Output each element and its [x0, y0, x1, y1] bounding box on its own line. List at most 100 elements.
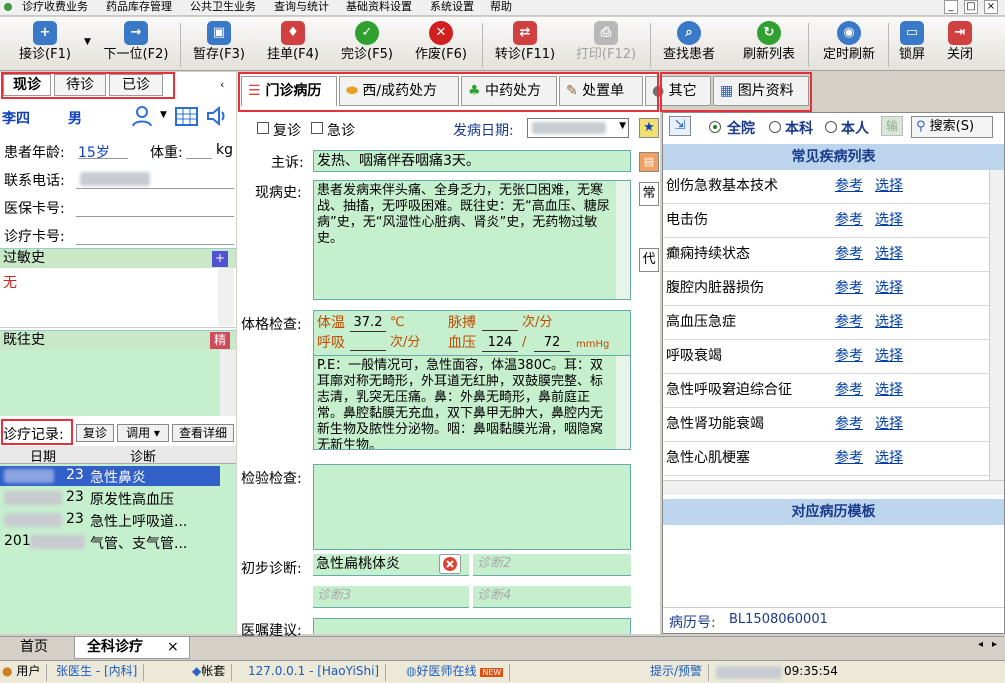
menu-drug-inventory[interactable]: 药品库存管理	[106, 0, 172, 16]
reference-link[interactable]: 参考	[835, 272, 863, 304]
minimize-icon[interactable]: _	[944, 0, 958, 14]
maximize-icon[interactable]: □	[964, 0, 978, 14]
revisit-checkbox[interactable]	[257, 122, 269, 134]
menu-query-stats[interactable]: 查询与统计	[274, 0, 329, 16]
tab-done[interactable]: 已诊	[109, 74, 163, 96]
pulse-field[interactable]	[482, 315, 518, 331]
select-link[interactable]: 选择	[875, 204, 903, 236]
remove-diagnosis-icon[interactable]	[439, 554, 461, 574]
reference-link[interactable]: 参考	[835, 374, 863, 406]
resp-field[interactable]	[350, 335, 386, 351]
scope-all-radio[interactable]	[709, 121, 721, 133]
diagnosis-4-field[interactable]: 诊断4	[473, 586, 631, 608]
invoke-button[interactable]: 调用 ▾	[117, 424, 169, 442]
add-allergy-icon[interactable]: +	[212, 251, 228, 267]
tab-treatment[interactable]: ✎ 处置单	[559, 76, 643, 106]
date-dropdown-icon[interactable]: ▼	[619, 121, 626, 131]
print-button[interactable]: ⎙ 打印(F12)	[568, 19, 644, 69]
exit-button[interactable]: ⇥ 关闭	[940, 19, 980, 69]
tab-current[interactable]: 现诊	[3, 74, 51, 96]
disease-row[interactable]: 急性呼吸窘迫综合征 参考 选择	[663, 374, 989, 408]
tab-other[interactable]: ● 其它	[645, 76, 711, 106]
timed-refresh-button[interactable]: ◉ 定时刷新	[814, 19, 884, 69]
table-row[interactable]: 23 急性上呼吸道...	[0, 510, 220, 530]
phone-field[interactable]	[76, 188, 234, 189]
menu-help[interactable]: 帮助	[490, 0, 512, 16]
common-phrase-button[interactable]: 常	[639, 182, 659, 206]
reference-link[interactable]: 参考	[835, 306, 863, 338]
view-detail-button[interactable]: 查看详细	[172, 424, 234, 442]
history-detail-button[interactable]: 精	[210, 332, 230, 349]
next-patient-button[interactable]: → 下一位(F2)	[96, 19, 176, 69]
reference-link[interactable]: 参考	[835, 204, 863, 236]
tab-chinese-rx[interactable]: ♣ 中药处方	[461, 76, 557, 106]
insert-template-icon[interactable]: ⇲	[669, 116, 691, 136]
disease-row[interactable]: 电击伤 参考 选择	[663, 204, 989, 238]
lab-field[interactable]	[313, 464, 631, 550]
diagnosis-3-field[interactable]: 诊断3	[313, 586, 469, 608]
table-row[interactable]: 23 急性鼻炎	[0, 466, 220, 486]
input-button[interactable]: 输	[881, 116, 903, 136]
weight-field[interactable]	[186, 158, 212, 159]
tab-outpatient-record[interactable]: ☰ 门诊病历	[241, 76, 337, 106]
status-alert[interactable]: 提示/预警	[650, 664, 710, 681]
emergency-checkbox[interactable]	[311, 122, 323, 134]
pe-text-field[interactable]: P.E：一般情况可，急性面容，体温380C。耳：双耳廓对称无畸形，外耳道无红肿，…	[314, 355, 630, 449]
temp-field[interactable]: 37.2	[350, 315, 386, 332]
tab-home[interactable]: 首页	[4, 638, 64, 658]
card-field[interactable]	[76, 244, 234, 245]
disease-row[interactable]: 癫痫持续状态 参考 选择	[663, 238, 989, 272]
disease-row[interactable]: 呼吸衰竭 参考 选择	[663, 340, 989, 374]
disease-list-scrollbar[interactable]	[989, 170, 1004, 480]
tab-images[interactable]: ▦ 图片资料	[713, 76, 809, 106]
reference-link[interactable]: 参考	[835, 238, 863, 270]
present-history-field[interactable]: 患者发病来伴头痛、全身乏力，无张口困难，无寒战、抽搐，无呼吸困难。既往史：无“高…	[313, 180, 631, 300]
save-draft-button[interactable]: ▣ 暂存(F3)	[186, 19, 252, 69]
scope-self-radio[interactable]	[825, 121, 837, 133]
insurance-field[interactable]	[76, 216, 234, 217]
table-row[interactable]: 201 气管、支气管...	[0, 532, 220, 552]
select-link[interactable]: 选择	[875, 408, 903, 440]
favorite-star-icon[interactable]: ★	[639, 118, 659, 138]
select-link[interactable]: 选择	[875, 442, 903, 474]
reference-link[interactable]: 参考	[835, 442, 863, 474]
bp-diastolic-field[interactable]: 72	[534, 335, 570, 352]
collapse-left-icon[interactable]: ‹	[220, 78, 224, 91]
speaker-icon[interactable]	[205, 105, 229, 131]
select-link[interactable]: 选择	[875, 238, 903, 270]
diagnosis-2-field[interactable]: 诊断2	[473, 554, 631, 576]
revisit-button[interactable]: 复诊	[76, 424, 114, 442]
present-scrollbar[interactable]	[616, 181, 630, 299]
diagnosis-1-field[interactable]: 急性扁桃体炎	[313, 554, 469, 576]
search-button[interactable]: ⚲ 搜索(S)	[911, 116, 993, 138]
select-link[interactable]: 选择	[875, 374, 903, 406]
save-template-icon[interactable]: ▤	[639, 152, 659, 172]
receive-dropdown-icon[interactable]: ▼	[84, 37, 91, 47]
disease-row[interactable]: 创伤急救基本技术 参考 选择	[663, 170, 989, 204]
disease-list-hscrollbar[interactable]	[663, 480, 1004, 495]
void-button[interactable]: ✕ 作废(F6)	[408, 19, 474, 69]
disease-row[interactable]: 急性心肌梗塞 参考 选择	[663, 442, 989, 476]
profile-dropdown-icon[interactable]: ▼	[160, 110, 167, 120]
allergy-area[interactable]: 无	[0, 268, 236, 328]
menu-system-settings[interactable]: 系统设置	[430, 0, 474, 16]
select-link[interactable]: 选择	[875, 340, 903, 372]
pe-scrollbar[interactable]	[616, 356, 630, 449]
disease-row[interactable]: 高血压急症 参考 选择	[663, 306, 989, 340]
tab-waiting[interactable]: 待诊	[54, 74, 106, 96]
select-link[interactable]: 选择	[875, 272, 903, 304]
onset-date-picker[interactable]: ▼	[527, 118, 629, 138]
transfer-button[interactable]: ⇄ 转诊(F11)	[488, 19, 562, 69]
allergy-scrollbar[interactable]	[218, 268, 234, 326]
menu-public-health[interactable]: 公共卫生业务	[190, 0, 256, 16]
close-tab-icon[interactable]: ×	[167, 637, 179, 657]
close-window-icon[interactable]: ×	[984, 0, 998, 14]
complete-button[interactable]: ✓ 完诊(F5)	[334, 19, 400, 69]
refresh-list-button[interactable]: ↻ 刷新列表	[736, 19, 802, 69]
advice-field[interactable]	[313, 618, 631, 634]
reference-link[interactable]: 参考	[835, 340, 863, 372]
tab-western-rx[interactable]: ⬬ 西/成药处方	[339, 76, 459, 106]
calculator-icon[interactable]	[175, 105, 199, 131]
disease-row[interactable]: 急性肾功能衰竭 参考 选择	[663, 408, 989, 442]
select-link[interactable]: 选择	[875, 306, 903, 338]
